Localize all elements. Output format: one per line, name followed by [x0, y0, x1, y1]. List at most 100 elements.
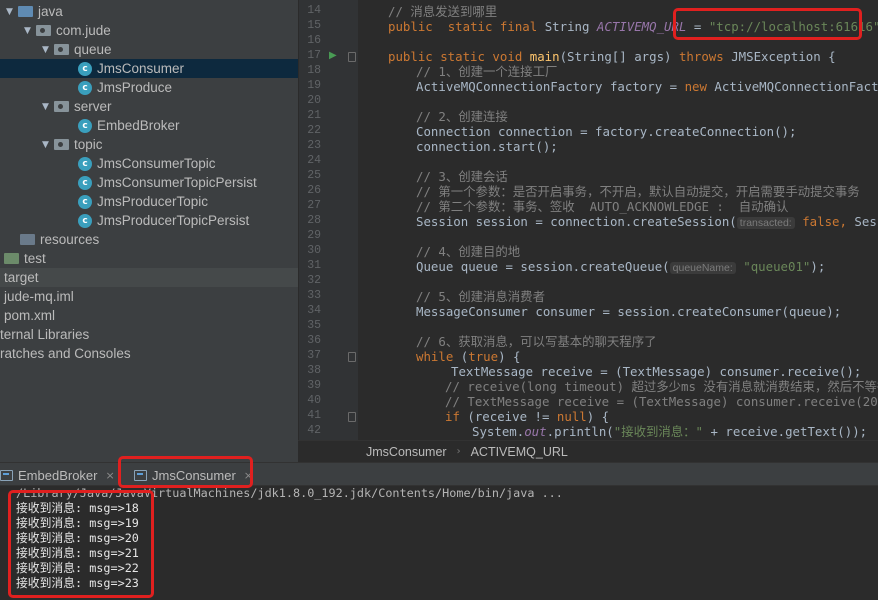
code-type: String	[544, 19, 590, 34]
tree-item-resources[interactable]: resources	[0, 230, 298, 249]
tree-item-pom-xml[interactable]: pom.xml	[0, 306, 298, 325]
line-number: 32	[307, 274, 321, 287]
line-number: 29	[307, 229, 321, 242]
fold-marker-icon[interactable]	[348, 352, 356, 362]
code-line-41: if (receive != null) {	[445, 409, 609, 424]
tree-item-embedbroker[interactable]: c EmbedBroker	[0, 116, 298, 135]
line-number: 21	[307, 109, 321, 122]
line-number: 19	[307, 79, 321, 92]
line-number: 40	[307, 394, 321, 407]
tab-label: EmbedBroker	[18, 467, 98, 483]
code-line-22: Connection connection = factory.createCo…	[416, 124, 796, 139]
code-comment: // 6、获取消息，可以写基本的聊天程序了	[416, 334, 657, 349]
expand-arrow-icon[interactable]: ▼	[42, 140, 50, 149]
code-text: Sessio	[854, 214, 878, 229]
parameter-hint: transacted:	[736, 217, 795, 229]
code-comment: // 3、创建会话	[416, 169, 508, 184]
code-line-39: // receive(long timeout) 超过多少ms 没有消息就消费结…	[445, 379, 878, 394]
tree-item-scratches-and-consoles[interactable]: ratches and Consoles	[0, 344, 298, 363]
java-class-icon: c	[78, 80, 92, 95]
tree-item-com-jude[interactable]: ▼ com.jude	[0, 21, 298, 40]
fold-marker-icon[interactable]	[348, 52, 356, 62]
editor-gutter[interactable]: 14 15 16 17 ▶ 18 19 20 21 22 23 24 25 26…	[298, 0, 358, 440]
expand-arrow-icon[interactable]: ▼	[42, 45, 50, 54]
expand-arrow-icon[interactable]: ▼	[6, 7, 14, 16]
close-icon[interactable]: ×	[105, 469, 114, 482]
code-keyword: true	[468, 349, 499, 364]
tree-item-jmsconsumer[interactable]: c JmsConsumer	[0, 59, 298, 78]
java-class-icon: c	[78, 175, 92, 190]
code-keyword: false,	[802, 214, 847, 229]
tree-item-topic[interactable]: ▼ topic	[0, 135, 298, 154]
code-text: Queue queue = session.createQueue(	[416, 259, 670, 274]
code-text: .println(	[546, 424, 614, 439]
tree-item-jude-mq-iml[interactable]: jude-mq.iml	[0, 287, 298, 306]
line-number: 24	[307, 154, 321, 167]
code-line-34: MessageConsumer consumer = session.creat…	[416, 304, 841, 319]
line-number: 38	[307, 364, 321, 377]
tree-item-queue[interactable]: ▼ queue	[0, 40, 298, 59]
line-number: 33	[307, 289, 321, 302]
code-line-31: Queue queue = session.createQueue(queueN…	[416, 259, 825, 274]
java-class-icon: c	[78, 156, 92, 171]
code-comment: // 1、创建一个连接工厂	[416, 64, 558, 79]
expand-arrow-icon[interactable]: ▼	[42, 102, 50, 111]
code-line-14: // 消息发送到哪里	[388, 4, 497, 19]
line-number: 25	[307, 169, 321, 182]
highlight-box-console	[8, 490, 154, 598]
highlight-box-url	[673, 8, 862, 40]
package-icon	[54, 44, 69, 55]
code-comment: // receive(long timeout) 超过多少ms 没有消息就消费结…	[445, 379, 878, 394]
project-tree[interactable]: ▼ java ▼ com.jude ▼ queue c JmsConsumer …	[0, 0, 298, 462]
line-number: 22	[307, 124, 321, 137]
code-line-26: // 第一个参数：是否开启事务，不开启，默认自动提交，开启需要手动提交事务	[416, 184, 860, 199]
code-text: TextMessage receive = (TextMessage) cons…	[451, 364, 862, 379]
line-number: 18	[307, 64, 321, 77]
fold-marker-icon[interactable]	[348, 412, 356, 422]
java-class-icon: c	[78, 213, 92, 228]
code-text: System.	[472, 424, 525, 439]
code-line-40: // TextMessage receive = (TextMessage) c…	[445, 394, 878, 409]
tree-item-target[interactable]: target	[0, 268, 298, 287]
code-line-18: // 1、创建一个连接工厂	[416, 64, 557, 79]
code-text: Connection connection = factory.createCo…	[416, 124, 797, 139]
tree-item-java[interactable]: ▼ java	[0, 2, 298, 21]
code-comment: // TextMessage receive = (TextMessage) c…	[445, 394, 878, 409]
line-number: 16	[307, 34, 321, 47]
line-number: 14	[307, 4, 321, 17]
code-line-37: while (true) {	[416, 349, 520, 364]
chevron-right-icon: ›	[456, 446, 461, 457]
line-number: 36	[307, 334, 321, 347]
highlight-box-tab	[118, 456, 253, 488]
line-number: 20	[307, 94, 321, 107]
tree-item-jmsconsumertopicpersist[interactable]: c JmsConsumerTopicPersist	[0, 173, 298, 192]
tree-item-server[interactable]: ▼ server	[0, 97, 298, 116]
resources-folder-icon	[20, 234, 35, 245]
code-line-21: // 2、创建连接	[416, 109, 508, 124]
tree-item-test[interactable]: test	[0, 249, 298, 268]
test-folder-icon	[4, 253, 19, 264]
line-number: 37	[307, 349, 321, 362]
code-text: + receive.getText());	[703, 424, 868, 439]
breadcrumb-item-class[interactable]: JmsConsumer	[366, 445, 447, 459]
line-number: 23	[307, 139, 321, 152]
line-number: 26	[307, 184, 321, 197]
code-comment: // 2、创建连接	[416, 109, 508, 124]
code-comment: // 消息发送到哪里	[388, 4, 498, 19]
tree-item-external-libraries[interactable]: ternal Libraries	[0, 325, 298, 344]
code-line-42: System.out.println("接收到消息：" + receive.ge…	[472, 424, 867, 439]
breadcrumb: JmsConsumer › ACTIVEMQ_URL	[298, 440, 878, 462]
breadcrumb-item-field[interactable]: ACTIVEMQ_URL	[471, 445, 568, 459]
tab-embedbroker[interactable]: EmbedBroker ×	[0, 464, 115, 486]
expand-arrow-icon[interactable]: ▼	[24, 26, 32, 35]
line-number: 30	[307, 244, 321, 257]
code-string: "queue01"	[743, 259, 811, 274]
code-editor[interactable]: // 消息发送到哪里 public static final String AC…	[358, 0, 878, 440]
run-gutter-icon[interactable]: ▶	[329, 50, 337, 61]
tree-item-jmsconsumertopic[interactable]: c JmsConsumerTopic	[0, 154, 298, 173]
line-number: 28	[307, 214, 321, 227]
tree-item-jmsproducertopic[interactable]: c JmsProducerTopic	[0, 192, 298, 211]
code-text: Session session = connection.createSessi…	[416, 214, 737, 229]
tree-item-jmsproducertopicpersist[interactable]: c JmsProducerTopicPersist	[0, 211, 298, 230]
tree-item-jmsproduce[interactable]: c JmsProduce	[0, 78, 298, 97]
